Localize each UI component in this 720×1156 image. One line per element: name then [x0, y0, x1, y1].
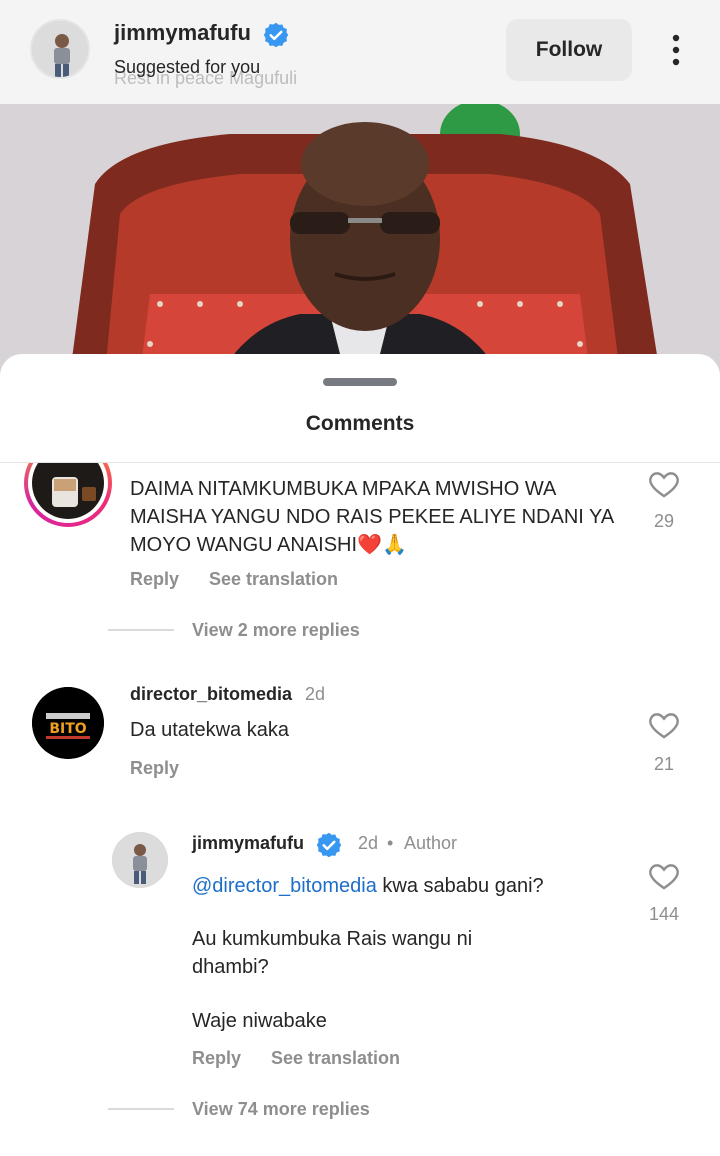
- view-more-replies-button[interactable]: View 2 more replies: [192, 620, 360, 641]
- heart-outline-icon[interactable]: [647, 467, 681, 501]
- like-count: 144: [648, 904, 680, 924]
- comment-text-line2: Au kumkumbuka Rais wangu ni dhambi?: [192, 928, 473, 978]
- comment-text-line3: Waje niwabake: [192, 1010, 327, 1032]
- post-author-username[interactable]: jimmymafufu: [114, 20, 289, 48]
- heart-outline-icon[interactable]: [647, 708, 681, 742]
- comment-text: Da utatekwa kaka: [130, 719, 289, 741]
- replies-divider: [108, 1108, 174, 1110]
- comment-text-line1: kwa sababu gani?: [382, 875, 544, 897]
- like-count: 29: [653, 511, 675, 531]
- dot-separator: •: [387, 833, 394, 853]
- comment-username[interactable]: jimmymafufu: [192, 833, 304, 854]
- comments-list[interactable]: DAIMA NITAMKUMBUKA MPAKA MWISHO WA MAISH…: [0, 463, 720, 1156]
- comments-sheet: Comments DAIMA NITAMKUMBUKA MPAKA MWISHO…: [0, 354, 720, 1156]
- commenter-avatar[interactable]: [24, 463, 112, 527]
- see-translation-button[interactable]: See translation: [271, 1048, 400, 1069]
- author-label: Author: [404, 833, 458, 853]
- post-image[interactable]: [0, 104, 720, 374]
- post-author-username-text: jimmymafufu: [114, 20, 251, 45]
- follow-button[interactable]: Follow: [506, 19, 632, 81]
- commenter-avatar[interactable]: BITO: [32, 687, 104, 759]
- comment-time: 2d: [358, 833, 379, 853]
- like-count: 21: [653, 754, 675, 774]
- heart-outline-icon[interactable]: [647, 859, 681, 893]
- sheet-drag-handle[interactable]: [323, 378, 397, 386]
- svg-text:BITO: BITO: [49, 721, 86, 737]
- more-vertical-icon[interactable]: [656, 30, 696, 70]
- comment-username[interactable]: director_bitomedia: [130, 684, 292, 705]
- verified-badge-icon: [316, 832, 342, 858]
- see-translation-button[interactable]: See translation: [209, 569, 338, 590]
- comment-text: @director_bitomedia kwa sababu gani?: [192, 872, 622, 900]
- comment-text: DAIMA NITAMKUMBUKA MPAKA MWISHO WA MAISH…: [130, 478, 614, 556]
- suggested-label: Suggested for you: [114, 57, 261, 77]
- replies-divider: [108, 629, 174, 631]
- sheet-title: Comments: [305, 412, 415, 435]
- view-more-replies-button[interactable]: View 74 more replies: [192, 1099, 370, 1120]
- reply-button[interactable]: Reply: [130, 569, 179, 590]
- reply-button[interactable]: Reply: [192, 1048, 241, 1069]
- mention-link[interactable]: @director_bitomedia: [192, 875, 377, 897]
- verified-badge-icon: [263, 22, 289, 48]
- post-header: jimmymafufu Rest in peace Magufuli Sugge…: [0, 0, 720, 104]
- commenter-avatar[interactable]: [112, 832, 168, 888]
- post-author-avatar[interactable]: [30, 19, 90, 79]
- reply-button[interactable]: Reply: [130, 758, 179, 779]
- comment-time: 2d: [305, 684, 326, 704]
